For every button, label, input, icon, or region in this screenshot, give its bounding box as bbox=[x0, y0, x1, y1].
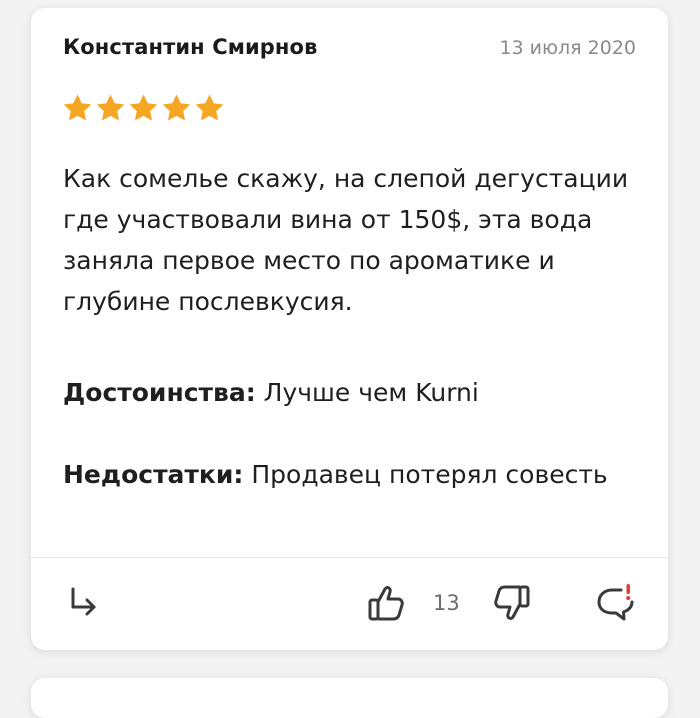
review-cons: Недостатки: Продавец потерял совесть bbox=[63, 454, 623, 495]
cons-value: Продавец потерял совесть bbox=[251, 460, 608, 489]
report-button[interactable] bbox=[594, 578, 638, 628]
report-comment-icon bbox=[597, 584, 634, 621]
thumbs-down-icon bbox=[494, 585, 530, 620]
review-pros: Достоинства: Лучше чем Kurni bbox=[63, 372, 643, 413]
reply-arrow-icon bbox=[71, 587, 96, 616]
like-button[interactable] bbox=[364, 578, 408, 628]
star-icon bbox=[162, 94, 191, 121]
review-actions: 13 bbox=[31, 578, 668, 638]
thumbs-up-icon bbox=[368, 586, 404, 621]
reply-button[interactable] bbox=[61, 578, 105, 628]
review-author[interactable]: Константин Смирнов bbox=[63, 35, 317, 59]
review-text: Как сомелье скажу, на слепой дегустации … bbox=[63, 164, 629, 316]
pros-value: Лучше чем Kurni bbox=[263, 378, 479, 407]
star-icon bbox=[129, 94, 158, 121]
divider bbox=[31, 557, 668, 558]
dislike-button[interactable] bbox=[490, 578, 534, 628]
star-icon bbox=[96, 94, 125, 121]
cons-label: Недостатки: bbox=[63, 460, 244, 489]
review-card: Константин Смирнов 13 июля 2020 Как соме… bbox=[31, 8, 668, 650]
star-icon bbox=[195, 94, 224, 121]
review-date: 13 июля 2020 bbox=[499, 37, 636, 59]
next-review-card bbox=[31, 678, 668, 718]
rating-stars bbox=[61, 92, 226, 126]
pros-label: Достоинства: bbox=[63, 378, 256, 407]
like-count: 13 bbox=[433, 591, 460, 615]
star-icon bbox=[63, 94, 92, 121]
